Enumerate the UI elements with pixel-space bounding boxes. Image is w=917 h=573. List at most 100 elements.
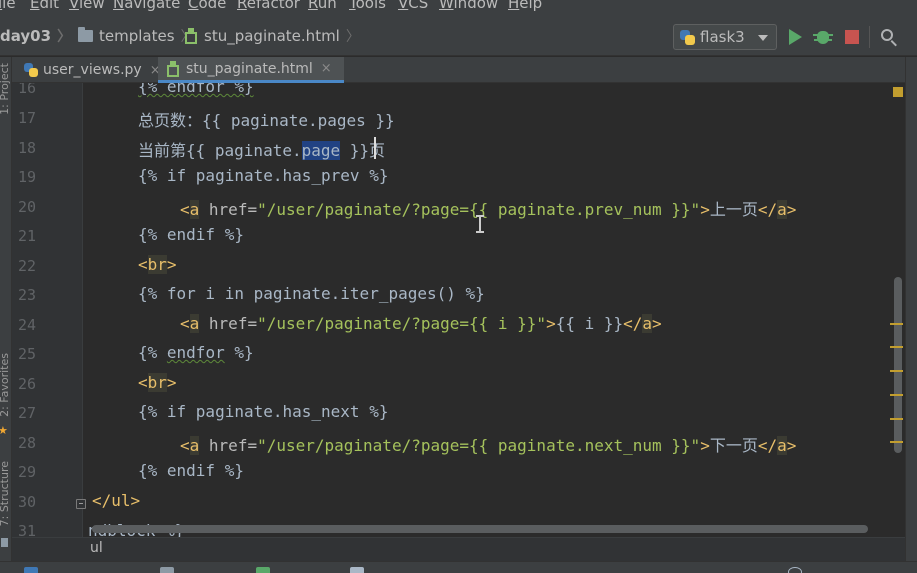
- line-number: 29: [17, 463, 36, 481]
- breadcrumb-folder[interactable]: templates 〉: [78, 26, 195, 46]
- debug-tool-icon[interactable]: [256, 567, 270, 573]
- todo-icon[interactable]: [350, 567, 364, 573]
- code-token: a: [189, 200, 200, 219]
- menu-help[interactable]: Help: [508, 0, 542, 12]
- code-line-16[interactable]: {% endfor %}: [138, 83, 254, 96]
- code-line-22[interactable]: <br>: [138, 255, 177, 274]
- tool-tab-favorites[interactable]: 2: Favorites: [0, 353, 11, 417]
- code-token: {% for i in paginate.iter_pages() %}: [138, 284, 485, 303]
- horizontal-scrollbar[interactable]: [92, 525, 868, 533]
- code-line-23[interactable]: {% for i in paginate.iter_pages() %}: [138, 284, 485, 303]
- code-line-21[interactable]: {% endif %}: [138, 225, 244, 244]
- code-line-24[interactable]: <a href="/user/paginate/?page={{ i }}">{…: [180, 314, 662, 333]
- tab-stu-paginate[interactable]: stu_paginate.html ×: [158, 57, 344, 83]
- code-line-29[interactable]: {% endif %}: [138, 461, 244, 480]
- terminal-icon[interactable]: [160, 567, 174, 573]
- warning-marker[interactable]: [890, 394, 903, 396]
- warning-marker[interactable]: [890, 441, 903, 443]
- menu-code[interactable]: Code: [188, 0, 226, 12]
- stop-button[interactable]: [842, 27, 862, 47]
- menu-bar: ile Edit View Navigate Code Refactor Run…: [0, 0, 917, 16]
- code-line-26[interactable]: <br>: [138, 373, 177, 392]
- code-line-27[interactable]: {% if paginate.has_next %}: [138, 402, 388, 421]
- navigation-bar: day03 〉 templates 〉 stu_paginate.html 〉 …: [0, 16, 917, 56]
- line-number: 22: [17, 257, 36, 275]
- line-number: 28: [17, 434, 36, 452]
- line-number: 31: [17, 522, 36, 537]
- vertical-scrollbar[interactable]: [894, 277, 902, 453]
- code-token: <: [180, 200, 190, 219]
- event-log-icon[interactable]: [788, 567, 802, 573]
- code-line-17[interactable]: 总页数：{{ paginate.pages }}: [138, 107, 395, 131]
- run-button[interactable]: [785, 27, 805, 47]
- code-line-20[interactable]: <a href="/user/paginate/?page={{ paginat…: [180, 196, 796, 220]
- warning-marker[interactable]: [890, 370, 903, 372]
- code-line-18[interactable]: 当前第{{ paginate.page }}页: [138, 137, 385, 161]
- code-token: href=: [199, 200, 258, 219]
- code-token: a: [777, 436, 787, 455]
- html-file-icon: [166, 60, 180, 77]
- breadcrumb-separator: 〉: [345, 29, 360, 45]
- code-token: a: [777, 200, 787, 219]
- folder-icon: [78, 27, 93, 42]
- menu-view[interactable]: View: [69, 0, 105, 12]
- code-token: 下一页: [709, 436, 758, 455]
- code-token: >: [546, 314, 556, 333]
- right-tool-window-strip: [905, 57, 917, 573]
- folder-label: templates: [99, 27, 175, 45]
- fold-marker-icon[interactable]: [76, 499, 86, 509]
- menu-tools[interactable]: Tools: [349, 0, 386, 12]
- tool-tab-project[interactable]: 1: Project: [0, 63, 11, 115]
- code-token: >: [652, 314, 662, 333]
- code-token: 总页数：{{ paginate.pages }}: [138, 111, 395, 130]
- menu-window[interactable]: Window: [439, 0, 498, 12]
- warning-marker[interactable]: [890, 323, 903, 325]
- warning-marker[interactable]: [890, 418, 903, 420]
- warning-marker[interactable]: [890, 346, 903, 348]
- left-tool-window-strip: 1: Project 2: Favorites ★ 7: Structure: [0, 57, 12, 573]
- code-token: >: [700, 436, 710, 455]
- menu-run[interactable]: Run: [308, 0, 337, 12]
- error-stripe[interactable]: [886, 83, 905, 537]
- code-token: </: [623, 314, 643, 333]
- bottom-tool-bar: [0, 561, 917, 573]
- line-number: 18: [17, 139, 36, 157]
- code-token: "/user/paginate/?page={{ paginate.next_n…: [257, 436, 701, 455]
- menu-file[interactable]: ile: [0, 0, 16, 12]
- tab-user-views[interactable]: user_views.py ×: [16, 57, 162, 83]
- menu-vcs[interactable]: VCS: [398, 0, 428, 12]
- menu-refactor[interactable]: Refactor: [237, 0, 300, 12]
- code-line-30[interactable]: </ul>: [92, 491, 140, 510]
- python-icon: [680, 29, 695, 45]
- menu-edit[interactable]: Edit: [30, 0, 59, 12]
- run-configuration-select[interactable]: flask3: [673, 24, 777, 50]
- code-token: <: [138, 373, 148, 392]
- line-number: 30: [17, 493, 36, 511]
- python-console-icon[interactable]: [24, 567, 38, 573]
- breadcrumb-file[interactable]: stu_paginate.html 〉: [184, 26, 360, 46]
- line-number: 23: [17, 286, 36, 304]
- tab-label: stu_paginate.html: [186, 60, 313, 77]
- search-everywhere-button[interactable]: [879, 27, 899, 47]
- code-structure-breadcrumb: ul: [12, 537, 905, 561]
- code-token: {% if paginate.has_prev %}: [138, 166, 389, 185]
- tab-label: user_views.py: [43, 62, 142, 78]
- line-number: 27: [17, 404, 36, 422]
- code-line-28[interactable]: <a href="/user/paginate/?page={{ paginat…: [180, 432, 796, 456]
- tool-tab-structure[interactable]: 7: Structure: [0, 461, 11, 526]
- line-number: 21: [17, 227, 36, 245]
- close-icon[interactable]: ×: [321, 61, 332, 76]
- code-token: {% endif %}: [138, 225, 244, 244]
- code-line-19[interactable]: {% if paginate.has_prev %}: [138, 166, 388, 185]
- breadcrumb-tag-ul[interactable]: ul: [90, 540, 103, 556]
- debug-button[interactable]: [813, 27, 833, 47]
- code-editor[interactable]: 16 17 18 19 20 21 22 23 24 25 26 27 28 2…: [12, 83, 905, 537]
- line-number: 16: [17, 83, 36, 97]
- inspection-status-icon[interactable]: [893, 87, 903, 97]
- structure-icon: [1, 538, 8, 547]
- code-line-25[interactable]: {% endfor %}: [138, 343, 254, 362]
- menu-navigate[interactable]: Navigate: [113, 0, 180, 12]
- file-label: stu_paginate.html: [204, 27, 340, 45]
- selected-text: page: [301, 141, 341, 160]
- breadcrumb-project[interactable]: day03 〉: [0, 26, 71, 46]
